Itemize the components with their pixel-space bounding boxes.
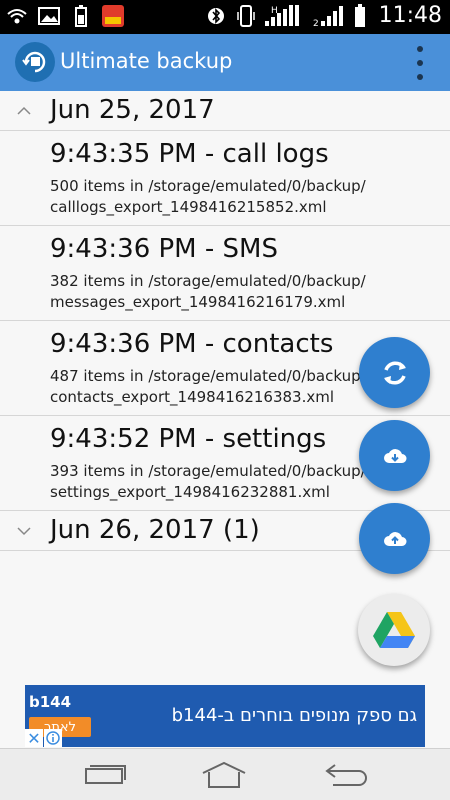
item-title: 9:43:52 PM - settings xyxy=(50,424,327,454)
item-title: 9:43:36 PM - contacts xyxy=(50,329,334,359)
item-detail: 393 items in /storage/emulated/0/backup/ xyxy=(50,462,366,480)
home-icon[interactable] xyxy=(200,759,248,791)
status-bar: H 2 11:48 xyxy=(0,0,450,34)
ad-text: גם ספק מנופים בוחרים ב-b144 xyxy=(171,705,417,726)
cloud-upload-icon xyxy=(383,531,406,546)
app-bar: Ultimate backup xyxy=(0,34,450,91)
phone-vibrate-icon xyxy=(235,4,257,27)
close-icon[interactable]: ✕ xyxy=(25,729,43,748)
item-filename: contacts_export_1498416216383.xml xyxy=(50,388,335,406)
item-title: 9:43:36 PM - SMS xyxy=(50,234,278,264)
item-filename: messages_export_1498416216179.xml xyxy=(50,293,346,311)
app-title: Ultimate backup xyxy=(60,49,233,73)
overflow-menu-icon[interactable] xyxy=(416,46,424,80)
group-date: Jun 26, 2017 (1) xyxy=(50,515,260,545)
item-filename: calllogs_export_1498416215852.xml xyxy=(50,198,327,216)
back-icon[interactable] xyxy=(322,759,370,791)
navigation-bar xyxy=(0,748,450,800)
ad-brand: b144 xyxy=(29,693,72,711)
svg-text:H: H xyxy=(271,6,278,16)
cloud-upload-button[interactable] xyxy=(359,503,430,574)
item-detail: 382 items in /storage/emulated/0/backup/ xyxy=(50,272,366,290)
signal-2-icon: 2 xyxy=(313,5,345,28)
group-header-jun-25[interactable]: Jun 25, 2017 xyxy=(0,91,450,131)
info-icon[interactable] xyxy=(44,729,62,747)
cloud-download-icon xyxy=(383,448,406,463)
list-item[interactable]: 9:43:36 PM - SMS 382 items in /storage/e… xyxy=(0,226,450,321)
item-detail: 500 items in /storage/emulated/0/backup/ xyxy=(50,177,366,195)
signal-h-icon: H xyxy=(264,4,305,27)
sync-button[interactable] xyxy=(359,337,430,408)
google-drive-icon xyxy=(373,612,415,648)
bluetooth-icon xyxy=(205,5,227,27)
google-drive-button[interactable] xyxy=(358,594,430,666)
ad-banner[interactable]: b144 לאתר גם ספק מנופים בוחרים ב-b144 xyxy=(25,685,425,747)
svg-text:2: 2 xyxy=(313,19,319,28)
list-item[interactable]: 9:43:35 PM - call logs 500 items in /sto… xyxy=(0,131,450,226)
image-icon xyxy=(38,5,60,27)
battery-icon xyxy=(70,5,92,27)
chevron-up-icon xyxy=(17,106,31,115)
cloud-download-button[interactable] xyxy=(359,420,430,491)
itube-app-icon xyxy=(102,5,124,27)
backup-logo-icon xyxy=(15,42,55,82)
item-filename: settings_export_1498416232881.xml xyxy=(50,483,330,501)
item-title: 9:43:35 PM - call logs xyxy=(50,139,329,169)
clock: 11:48 xyxy=(378,3,442,28)
battery-level-icon xyxy=(353,3,367,27)
chevron-down-icon xyxy=(17,527,31,536)
wifi-signal-icon xyxy=(6,5,28,27)
item-detail: 487 items in /storage/emulated/0/backup/ xyxy=(50,367,366,385)
sync-icon xyxy=(383,360,406,385)
group-date: Jun 25, 2017 xyxy=(50,95,215,125)
recents-icon[interactable] xyxy=(80,759,128,791)
